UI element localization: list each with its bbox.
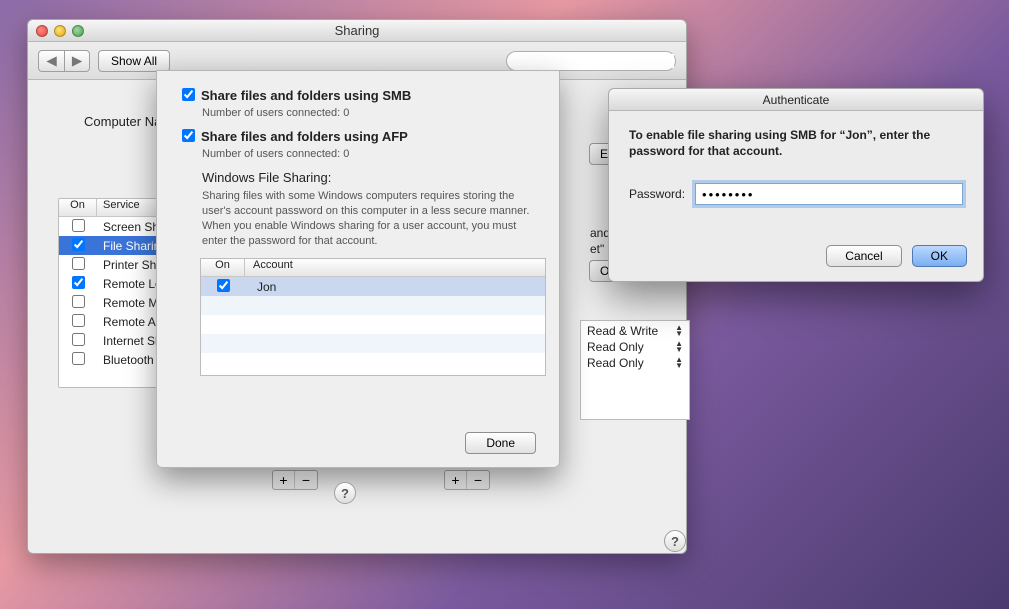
back-button[interactable]: ◀ [38, 50, 64, 72]
smb-subtext: Number of users connected: 0 [202, 107, 534, 119]
account-row [201, 296, 545, 315]
service-checkbox[interactable] [72, 333, 85, 346]
users-add-remove: + − [444, 470, 490, 490]
forward-button[interactable]: ▶ [64, 50, 90, 72]
col-on: On [59, 199, 97, 216]
stepper-icon[interactable]: ▲▼ [675, 325, 683, 337]
wfs-body: Sharing files with some Windows computer… [202, 189, 534, 248]
account-row [201, 334, 545, 353]
permissions-list: Read & Write ▲▼ Read Only ▲▼ Read Only ▲▼ [580, 320, 690, 420]
permission-label: Read Only [587, 340, 644, 354]
smb-label: Share files and folders using SMB [201, 88, 411, 103]
authenticate-dialog: Authenticate To enable file sharing usin… [608, 88, 984, 282]
account-checkbox[interactable] [217, 279, 230, 292]
search-input[interactable] [519, 54, 674, 68]
nav-segment: ◀ ▶ [38, 50, 90, 72]
folders-add-remove: + − [272, 470, 318, 490]
titlebar: Sharing [28, 20, 686, 42]
password-input[interactable] [695, 183, 963, 205]
service-checkbox[interactable] [72, 295, 85, 308]
add-user-button[interactable]: + [445, 471, 467, 489]
help-button[interactable]: ? [664, 530, 686, 552]
col-on: On [201, 259, 245, 276]
permission-label: Read & Write [587, 324, 658, 338]
auth-message: To enable file sharing using SMB for “Jo… [629, 127, 963, 159]
service-checkbox[interactable] [72, 257, 85, 270]
remove-folder-button[interactable]: − [295, 471, 317, 489]
permission-row[interactable]: Read Only ▲▼ [587, 340, 683, 354]
show-all-button[interactable]: Show All [98, 50, 170, 72]
service-checkbox[interactable] [72, 314, 85, 327]
account-row [201, 315, 545, 334]
service-checkbox[interactable] [72, 352, 85, 365]
computer-name-label: Computer Na [84, 114, 161, 129]
remove-user-button[interactable]: − [467, 471, 489, 489]
account-row[interactable]: Jon [201, 277, 545, 296]
permission-row[interactable]: Read Only ▲▼ [587, 356, 683, 370]
search-field[interactable] [506, 51, 676, 71]
afp-label: Share files and folders using AFP [201, 129, 408, 144]
cancel-button[interactable]: Cancel [826, 245, 901, 267]
service-checkbox[interactable] [72, 238, 85, 251]
sheet-help-button[interactable]: ? [334, 482, 356, 504]
done-button[interactable]: Done [465, 432, 536, 454]
password-label: Password: [629, 187, 685, 201]
add-folder-button[interactable]: + [273, 471, 295, 489]
options-sheet: Share files and folders using SMB Number… [156, 70, 560, 468]
accounts-table: On Account Jon [200, 258, 546, 376]
afp-subtext: Number of users connected: 0 [202, 148, 534, 160]
window-title: Sharing [28, 23, 686, 38]
stepper-icon[interactable]: ▲▼ [675, 357, 683, 369]
wfs-heading: Windows File Sharing: [202, 170, 534, 185]
stepper-icon[interactable]: ▲▼ [675, 341, 683, 353]
col-account: Account [245, 259, 545, 276]
permission-label: Read Only [587, 356, 644, 370]
account-row [201, 353, 545, 372]
ok-button[interactable]: OK [912, 245, 967, 267]
permission-row[interactable]: Read & Write ▲▼ [587, 324, 683, 338]
smb-checkbox[interactable] [182, 88, 195, 101]
account-name: Jon [245, 280, 545, 294]
service-checkbox[interactable] [72, 219, 85, 232]
service-checkbox[interactable] [72, 276, 85, 289]
afp-checkbox[interactable] [182, 129, 195, 142]
auth-title: Authenticate [609, 89, 983, 111]
